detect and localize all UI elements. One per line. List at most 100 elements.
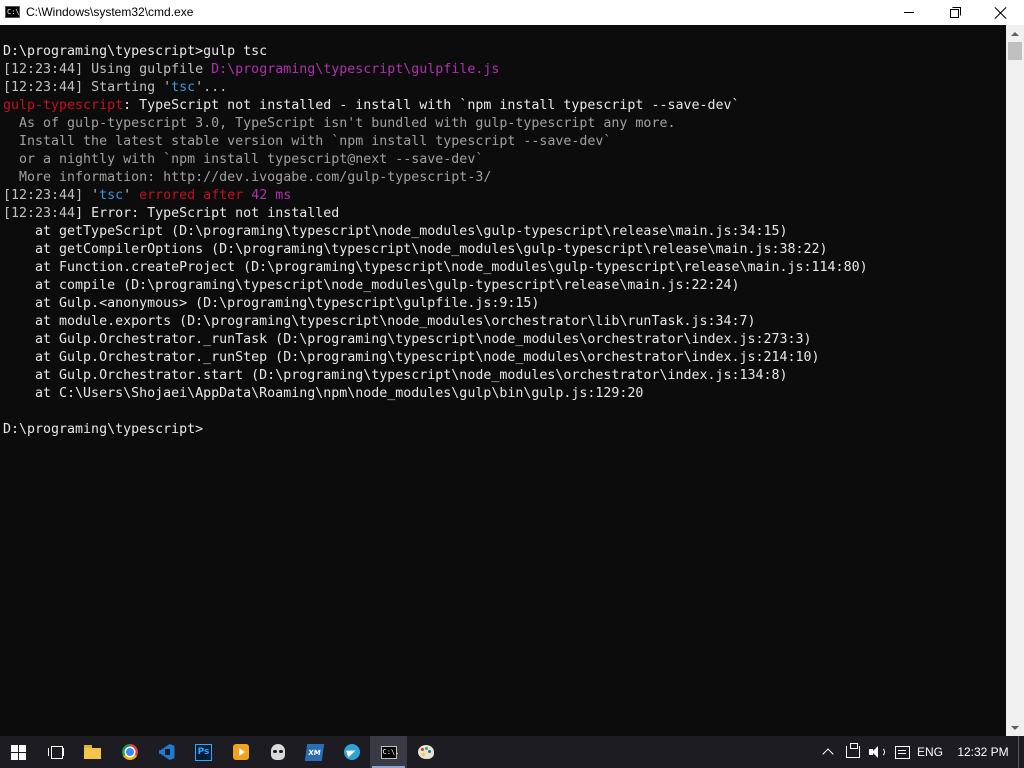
console-segment: at Function.createProject (D:\programing… bbox=[3, 260, 868, 275]
volume-button[interactable] bbox=[866, 736, 888, 768]
console-line: [12:23:44] Error: TypeScript not install… bbox=[3, 206, 339, 221]
restore-button[interactable] bbox=[932, 0, 978, 25]
console-line: at compile (D:\programing\typescript\nod… bbox=[3, 278, 740, 293]
console-segment: at Gulp.Orchestrator._runStep (D:\progra… bbox=[3, 350, 820, 365]
console-segment: As of gulp-typescript 3.0, TypeScript is… bbox=[3, 116, 676, 131]
paint-button[interactable] bbox=[407, 736, 444, 768]
clock-time: 12:32 PM bbox=[957, 745, 1009, 759]
alien-icon bbox=[270, 744, 285, 760]
xampp-button[interactable]: XM bbox=[296, 736, 333, 768]
console-segment: [ bbox=[3, 80, 12, 95]
console-line: or a nightly with `npm install typescrip… bbox=[3, 152, 483, 167]
cmd-icon[interactable]: C:\. bbox=[5, 6, 24, 18]
vscode-icon bbox=[158, 744, 175, 760]
console-segment: at compile (D:\programing\typescript\nod… bbox=[3, 278, 740, 293]
console-segment: [ bbox=[3, 206, 12, 221]
arrow-up-icon bbox=[1011, 31, 1019, 36]
console-line: D:\programing\typescript>gulp tsc bbox=[3, 44, 267, 59]
close-button[interactable] bbox=[978, 0, 1024, 25]
console-text: D:\programing\typescript>gulp tsc [12:23… bbox=[3, 43, 868, 439]
console-segment: at getTypeScript (D:\programing\typescri… bbox=[3, 224, 788, 239]
window-title: C:\Windows\system32\cmd.exe bbox=[26, 5, 194, 19]
telegram-button[interactable] bbox=[333, 736, 370, 768]
network-icon bbox=[846, 743, 860, 758]
console-output[interactable]: D:\programing\typescript>gulp tsc [12:23… bbox=[0, 25, 1006, 736]
console-line: More information: http://dev.ivogabe.com… bbox=[3, 170, 491, 185]
scroll-up-button[interactable] bbox=[1006, 25, 1024, 42]
minimize-button[interactable] bbox=[886, 0, 932, 25]
scroll-down-button[interactable] bbox=[1006, 719, 1024, 736]
vertical-scrollbar[interactable] bbox=[1006, 25, 1024, 736]
console-segment: gulp-typescript bbox=[3, 98, 124, 113]
console-line: gulp-typescript: TypeScript not installe… bbox=[3, 98, 740, 113]
console-segment: ' bbox=[123, 188, 140, 203]
console-line: [12:23:44] Starting 'tsc'... bbox=[3, 80, 227, 95]
console-segment: 12:23:44 bbox=[11, 188, 76, 203]
console-line: at Gulp.<anonymous> (D:\programing\types… bbox=[3, 296, 539, 311]
console-line: D:\programing\typescript> bbox=[3, 422, 203, 437]
chevron-up-icon bbox=[822, 748, 834, 760]
console-segment: 12:23:44 bbox=[11, 206, 76, 221]
xampp-icon: XM bbox=[304, 743, 325, 761]
title-bar[interactable]: C:\. C:\Windows\system32\cmd.exe bbox=[0, 0, 1024, 25]
console-line: Install the latest stable version with `… bbox=[3, 134, 611, 149]
app-button[interactable] bbox=[259, 736, 296, 768]
console-segment: at Gulp.Orchestrator._runTask (D:\progra… bbox=[3, 332, 812, 347]
console-segment: : TypeScript not installed - install wit… bbox=[123, 98, 740, 113]
scroll-thumb[interactable] bbox=[1008, 42, 1022, 60]
console-line: at Gulp.Orchestrator._runTask (D:\progra… bbox=[3, 332, 812, 347]
task-view-button[interactable] bbox=[37, 736, 74, 768]
chrome-icon bbox=[121, 744, 138, 760]
console-segment: '... bbox=[195, 80, 228, 95]
console-segment: ] Error: TypeScript not installed bbox=[75, 206, 340, 221]
console-segment: [ bbox=[3, 188, 12, 203]
console-line: at Gulp.Orchestrator._runStep (D:\progra… bbox=[3, 350, 820, 365]
console-segment: at Gulp.Orchestrator.start (D:\programin… bbox=[3, 368, 788, 383]
show-hidden-icons-button[interactable] bbox=[819, 736, 837, 768]
console-line: [12:23:44] 'tsc' errored after 42 ms bbox=[3, 188, 291, 203]
console-line: at module.exports (D:\programing\typescr… bbox=[3, 314, 756, 329]
console-line: As of gulp-typescript 3.0, TypeScript is… bbox=[3, 116, 675, 131]
cmd-icon: C:\. bbox=[380, 745, 399, 759]
console-segment: D:\programing\typescript>gulp tsc bbox=[3, 44, 268, 59]
console-segment: D:\programing\typescript> bbox=[3, 422, 204, 437]
photoshop-button[interactable]: Ps bbox=[185, 736, 222, 768]
clock[interactable]: 12:32 PM bbox=[950, 736, 1016, 768]
cmd-icon-text: C:\. bbox=[7, 8, 24, 16]
console-segment: 12:23:44 bbox=[11, 80, 76, 95]
chrome-button[interactable] bbox=[111, 736, 148, 768]
file-explorer-button[interactable] bbox=[74, 736, 111, 768]
cmd-button[interactable]: C:\. bbox=[370, 736, 407, 768]
console-segment: D:\programing\typescript\gulpfile.js bbox=[211, 62, 500, 77]
console-segment: tsc bbox=[99, 188, 124, 203]
console-line: at C:\Users\Shojaei\AppData\Roaming\npm\… bbox=[3, 386, 643, 401]
media-player-button[interactable] bbox=[222, 736, 259, 768]
console-segment: Install the latest stable version with `… bbox=[3, 134, 612, 149]
console-segment: More information: http://dev.ivogabe.com… bbox=[3, 170, 492, 185]
show-desktop-button[interactable] bbox=[1018, 736, 1024, 768]
start-button[interactable] bbox=[0, 736, 37, 768]
console-segment: at Gulp.<anonymous> (D:\programing\types… bbox=[3, 296, 540, 311]
minimize-icon bbox=[904, 12, 914, 13]
windows-logo-icon bbox=[11, 744, 26, 760]
language-indicator[interactable]: ENG bbox=[913, 736, 947, 768]
console-segment: at getCompilerOptions (D:\programing\typ… bbox=[3, 242, 828, 257]
console-segment: errored after bbox=[139, 188, 252, 203]
console-segment: 12:23:44 bbox=[11, 62, 76, 77]
console-segment: ] ' bbox=[75, 188, 100, 203]
console-segment: or a nightly with `npm install typescrip… bbox=[3, 152, 484, 167]
console-segment: at C:\Users\Shojaei\AppData\Roaming\npm\… bbox=[3, 386, 644, 401]
paint-icon bbox=[417, 745, 434, 759]
restore-icon bbox=[950, 6, 961, 18]
console-segment: ] Starting ' bbox=[75, 80, 172, 95]
telegram-icon bbox=[343, 744, 360, 760]
task-view-icon bbox=[47, 746, 64, 759]
language-label: ENG bbox=[916, 745, 943, 759]
vscode-button[interactable] bbox=[148, 736, 185, 768]
arrow-down-icon bbox=[1011, 725, 1019, 730]
console-segment: ] Using gulpfile bbox=[75, 62, 212, 77]
speaker-icon bbox=[869, 745, 885, 759]
network-button[interactable] bbox=[842, 736, 864, 768]
media-icon bbox=[232, 744, 249, 760]
notifications-button[interactable] bbox=[891, 736, 913, 768]
